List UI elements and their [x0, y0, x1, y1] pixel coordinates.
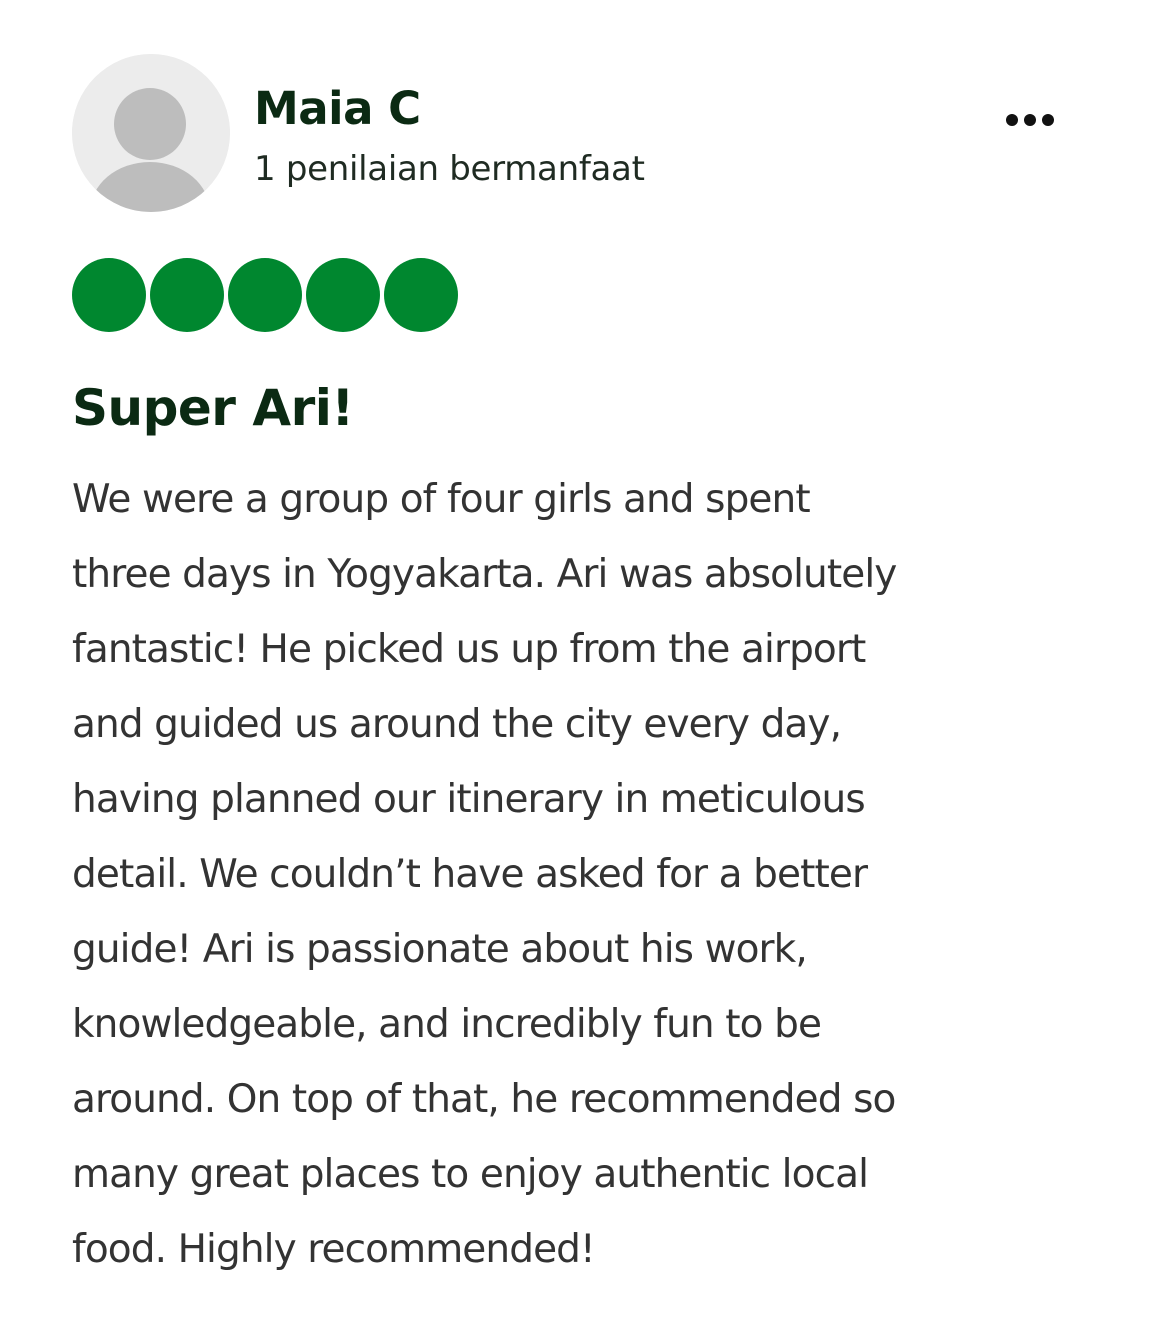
review-title: Super Ari! — [72, 379, 354, 437]
review-body-line: many great places to enjoy authentic loc… — [72, 1152, 869, 1197]
rating-bubble-icon — [72, 258, 146, 332]
review-body-line: around. On top of that, he recommended s… — [72, 1077, 896, 1122]
more-horizontal-icon — [1006, 114, 1054, 126]
default-user-avatar-icon — [72, 54, 230, 212]
review-body-line: knowledgeable, and incredibly fun to be — [72, 1002, 822, 1047]
review-body-line: three days in Yogyakarta. Ari was absolu… — [72, 552, 897, 597]
rating-bubble-icon — [306, 258, 380, 332]
review-body-line: detail. We couldn’t have asked for a bet… — [72, 852, 868, 897]
rating-bubble-icon — [150, 258, 224, 332]
review-card: Maia C 1 penilaian bermanfaat Super Ari!… — [0, 0, 1170, 1321]
review-body-line: fantastic! He picked us up from the airp… — [72, 627, 866, 672]
review-body-line: food. Highly recommended! — [72, 1227, 596, 1272]
helpful-votes-count: 1 penilaian bermanfaat — [254, 149, 645, 189]
review-body: We were a group of four girls and spent t… — [72, 462, 1132, 1287]
rating-bubble-icon — [384, 258, 458, 332]
reviewer-name[interactable]: Maia C — [254, 78, 421, 140]
more-options-button[interactable] — [996, 96, 1064, 142]
bubble-rating — [72, 258, 458, 332]
review-body-line: We were a group of four girls and spent — [72, 477, 811, 522]
review-body-line: guide! Ari is passionate about his work, — [72, 927, 808, 972]
review-body-line: having planned our itinerary in meticulo… — [72, 777, 866, 822]
reviewer-avatar[interactable] — [72, 54, 230, 212]
review-body-line: and guided us around the city every day, — [72, 702, 842, 747]
rating-bubble-icon — [228, 258, 302, 332]
